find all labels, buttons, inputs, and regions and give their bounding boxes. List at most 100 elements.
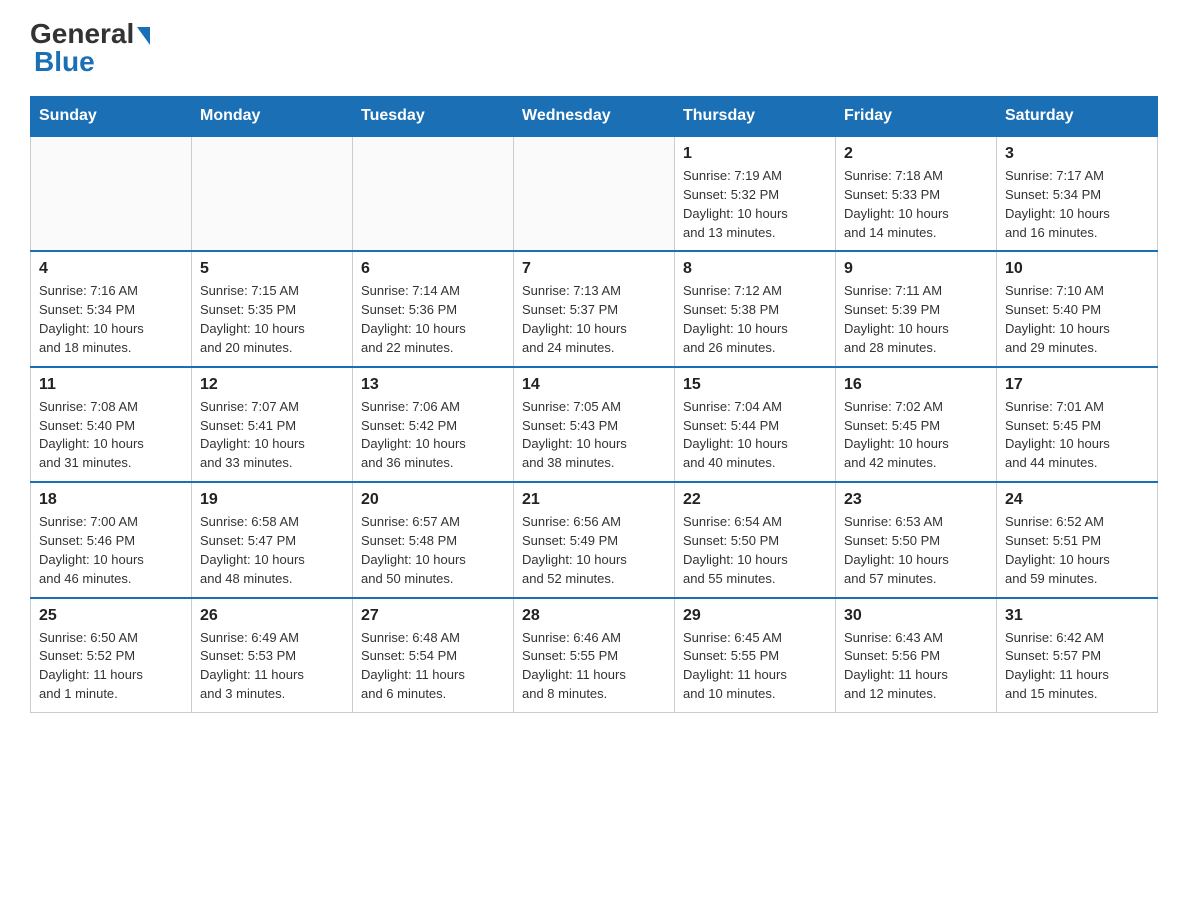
day-info: Sunrise: 7:17 AM Sunset: 5:34 PM Dayligh…: [1005, 167, 1149, 242]
day-number: 6: [361, 260, 505, 278]
week-row-1: 1Sunrise: 7:19 AM Sunset: 5:32 PM Daylig…: [31, 136, 1158, 251]
day-info: Sunrise: 6:48 AM Sunset: 5:54 PM Dayligh…: [361, 629, 505, 704]
week-row-2: 4Sunrise: 7:16 AM Sunset: 5:34 PM Daylig…: [31, 251, 1158, 366]
day-number: 8: [683, 260, 827, 278]
day-cell: 6 Sunrise: 7:14 AM Sunset: 5:36 PM Daylig…: [353, 251, 514, 366]
day-number: 30: [844, 607, 988, 625]
day-cell: 4Sunrise: 7:16 AM Sunset: 5:34 PM Daylig…: [31, 251, 192, 366]
day-info: Sunrise: 6:49 AM Sunset: 5:53 PM Dayligh…: [200, 629, 344, 704]
day-cell: 3 Sunrise: 7:17 AM Sunset: 5:34 PM Daylig…: [997, 136, 1158, 251]
day-cell: 28 Sunrise: 6:46 AM Sunset: 5:55 PM Dayli…: [514, 598, 675, 713]
day-cell: 25 Sunrise: 6:50 AM Sunset: 5:52 PM Dayli…: [31, 598, 192, 713]
day-info: Sunrise: 6:50 AM Sunset: 5:52 PM Dayligh…: [39, 629, 183, 704]
day-number: 26: [200, 607, 344, 625]
day-info: Sunrise: 7:06 AM Sunset: 5:42 PM Dayligh…: [361, 398, 505, 473]
day-number: 27: [361, 607, 505, 625]
day-cell: 27 Sunrise: 6:48 AM Sunset: 5:54 PM Dayli…: [353, 598, 514, 713]
day-info: Sunrise: 6:45 AM Sunset: 5:55 PM Dayligh…: [683, 629, 827, 704]
day-info: Sunrise: 6:52 AM Sunset: 5:51 PM Dayligh…: [1005, 513, 1149, 588]
day-cell: 16 Sunrise: 7:02 AM Sunset: 5:45 PM Dayli…: [836, 367, 997, 482]
day-info: Sunrise: 7:08 AM Sunset: 5:40 PM Dayligh…: [39, 398, 183, 473]
day-info: Sunrise: 6:56 AM Sunset: 5:49 PM Dayligh…: [522, 513, 666, 588]
week-row-5: 25 Sunrise: 6:50 AM Sunset: 5:52 PM Dayli…: [31, 598, 1158, 713]
day-info: Sunrise: 7:01 AM Sunset: 5:45 PM Dayligh…: [1005, 398, 1149, 473]
day-cell: 21 Sunrise: 6:56 AM Sunset: 5:49 PM Dayli…: [514, 482, 675, 597]
day-cell: 8Sunrise: 7:12 AM Sunset: 5:38 PM Daylig…: [675, 251, 836, 366]
day-number: 29: [683, 607, 827, 625]
day-number: 14: [522, 376, 666, 394]
day-info: Sunrise: 7:04 AM Sunset: 5:44 PM Dayligh…: [683, 398, 827, 473]
day-info: Sunrise: 7:07 AM Sunset: 5:41 PM Dayligh…: [200, 398, 344, 473]
day-cell: [353, 136, 514, 251]
header-row: SundayMondayTuesdayWednesdayThursdayFrid…: [31, 97, 1158, 137]
day-info: Sunrise: 7:02 AM Sunset: 5:45 PM Dayligh…: [844, 398, 988, 473]
day-info: Sunrise: 7:11 AM Sunset: 5:39 PM Dayligh…: [844, 282, 988, 357]
day-cell: [31, 136, 192, 251]
day-info: Sunrise: 7:16 AM Sunset: 5:34 PM Dayligh…: [39, 282, 183, 357]
day-cell: 9Sunrise: 7:11 AM Sunset: 5:39 PM Daylig…: [836, 251, 997, 366]
header-friday: Friday: [836, 97, 997, 137]
logo: General Blue: [30, 20, 150, 78]
day-info: Sunrise: 7:14 AM Sunset: 5:36 PM Dayligh…: [361, 282, 505, 357]
day-cell: 13 Sunrise: 7:06 AM Sunset: 5:42 PM Dayli…: [353, 367, 514, 482]
day-number: 17: [1005, 376, 1149, 394]
day-info: Sunrise: 7:18 AM Sunset: 5:33 PM Dayligh…: [844, 167, 988, 242]
day-number: 18: [39, 491, 183, 509]
day-number: 5: [200, 260, 344, 278]
day-info: Sunrise: 6:58 AM Sunset: 5:47 PM Dayligh…: [200, 513, 344, 588]
day-cell: [514, 136, 675, 251]
header-wednesday: Wednesday: [514, 97, 675, 137]
day-number: 31: [1005, 607, 1149, 625]
day-number: 3: [1005, 145, 1149, 163]
day-number: 21: [522, 491, 666, 509]
day-cell: 19Sunrise: 6:58 AM Sunset: 5:47 PM Dayli…: [192, 482, 353, 597]
logo-blue: Blue: [30, 46, 95, 78]
day-info: Sunrise: 7:00 AM Sunset: 5:46 PM Dayligh…: [39, 513, 183, 588]
header-thursday: Thursday: [675, 97, 836, 137]
logo-general: General: [30, 20, 150, 48]
day-info: Sunrise: 7:10 AM Sunset: 5:40 PM Dayligh…: [1005, 282, 1149, 357]
day-number: 24: [1005, 491, 1149, 509]
day-cell: [192, 136, 353, 251]
day-cell: 24 Sunrise: 6:52 AM Sunset: 5:51 PM Dayli…: [997, 482, 1158, 597]
day-cell: 31 Sunrise: 6:42 AM Sunset: 5:57 PM Dayli…: [997, 598, 1158, 713]
day-info: Sunrise: 7:05 AM Sunset: 5:43 PM Dayligh…: [522, 398, 666, 473]
day-cell: 7Sunrise: 7:13 AM Sunset: 5:37 PM Daylig…: [514, 251, 675, 366]
day-number: 16: [844, 376, 988, 394]
day-info: Sunrise: 6:42 AM Sunset: 5:57 PM Dayligh…: [1005, 629, 1149, 704]
page-header: General Blue: [30, 20, 1158, 78]
header-sunday: Sunday: [31, 97, 192, 137]
day-cell: 30 Sunrise: 6:43 AM Sunset: 5:56 PM Dayli…: [836, 598, 997, 713]
day-cell: 17 Sunrise: 7:01 AM Sunset: 5:45 PM Dayli…: [997, 367, 1158, 482]
day-number: 13: [361, 376, 505, 394]
day-cell: 26 Sunrise: 6:49 AM Sunset: 5:53 PM Dayli…: [192, 598, 353, 713]
day-cell: 15 Sunrise: 7:04 AM Sunset: 5:44 PM Dayli…: [675, 367, 836, 482]
day-cell: 2Sunrise: 7:18 AM Sunset: 5:33 PM Daylig…: [836, 136, 997, 251]
week-row-3: 11 Sunrise: 7:08 AM Sunset: 5:40 PM Dayli…: [31, 367, 1158, 482]
day-number: 15: [683, 376, 827, 394]
day-number: 12: [200, 376, 344, 394]
day-number: 11: [39, 376, 183, 394]
day-number: 1: [683, 145, 827, 163]
header-monday: Monday: [192, 97, 353, 137]
day-info: Sunrise: 6:57 AM Sunset: 5:48 PM Dayligh…: [361, 513, 505, 588]
header-tuesday: Tuesday: [353, 97, 514, 137]
day-number: 10: [1005, 260, 1149, 278]
day-number: 7: [522, 260, 666, 278]
day-cell: 11 Sunrise: 7:08 AM Sunset: 5:40 PM Dayli…: [31, 367, 192, 482]
day-cell: 5Sunrise: 7:15 AM Sunset: 5:35 PM Daylig…: [192, 251, 353, 366]
week-row-4: 18 Sunrise: 7:00 AM Sunset: 5:46 PM Dayli…: [31, 482, 1158, 597]
day-number: 22: [683, 491, 827, 509]
day-cell: 12 Sunrise: 7:07 AM Sunset: 5:41 PM Dayli…: [192, 367, 353, 482]
day-number: 28: [522, 607, 666, 625]
day-number: 20: [361, 491, 505, 509]
day-info: Sunrise: 6:43 AM Sunset: 5:56 PM Dayligh…: [844, 629, 988, 704]
day-cell: 18 Sunrise: 7:00 AM Sunset: 5:46 PM Dayli…: [31, 482, 192, 597]
day-info: Sunrise: 6:53 AM Sunset: 5:50 PM Dayligh…: [844, 513, 988, 588]
day-cell: 1Sunrise: 7:19 AM Sunset: 5:32 PM Daylig…: [675, 136, 836, 251]
calendar-table: SundayMondayTuesdayWednesdayThursdayFrid…: [30, 96, 1158, 713]
day-cell: 10 Sunrise: 7:10 AM Sunset: 5:40 PM Dayli…: [997, 251, 1158, 366]
day-number: 23: [844, 491, 988, 509]
day-info: Sunrise: 6:46 AM Sunset: 5:55 PM Dayligh…: [522, 629, 666, 704]
day-number: 25: [39, 607, 183, 625]
